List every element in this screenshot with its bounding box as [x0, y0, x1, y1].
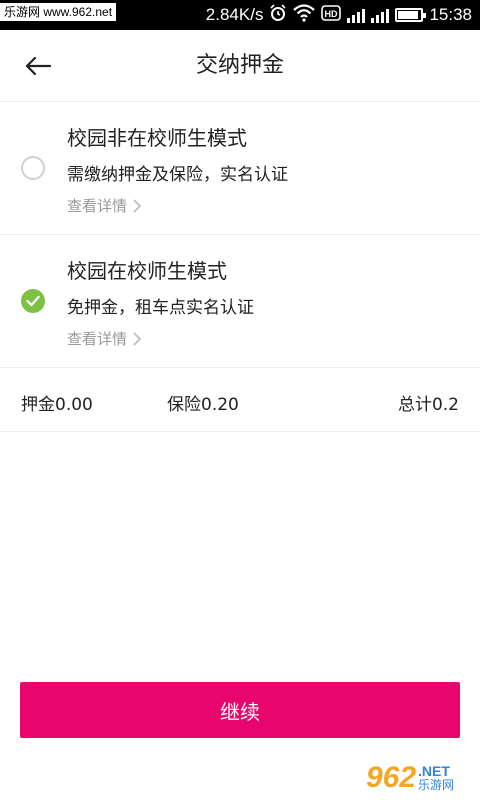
- option-description: 免押金，租车点实名认证: [67, 298, 254, 318]
- view-details-label: 查看详情: [67, 197, 128, 215]
- page-title: 交纳押金: [195, 53, 284, 78]
- insurance-amount: 保险0.20: [167, 395, 239, 415]
- app-header: 交纳押金: [0, 30, 480, 102]
- radio-unchecked[interactable]: [21, 156, 45, 180]
- status-icons: 2.84K/s HD 15:38: [206, 0, 472, 30]
- option-campus-mode[interactable]: 校园在校师生模式 免押金，租车点实名认证 查看详情: [0, 235, 480, 368]
- watermark-text: .NET 乐游网: [418, 764, 454, 792]
- watermark-top: 乐游网 www.962.net: [0, 3, 117, 21]
- battery-icon: [395, 8, 427, 22]
- signal-icon: [347, 7, 366, 23]
- alarm-icon: [269, 3, 287, 27]
- option-description: 需缴纳押金及保险，实名认证: [67, 165, 288, 185]
- chevron-right-icon: [133, 331, 142, 346]
- wifi-icon: [293, 3, 316, 27]
- network-speed: 2.84K/s: [205, 5, 264, 24]
- view-details-label: 查看详情: [67, 330, 128, 348]
- chevron-right-icon: [133, 198, 142, 213]
- fee-summary: 押金0.00 保险0.20 总计0.2: [0, 368, 480, 432]
- option-title: 校园非在校师生模式: [67, 126, 247, 150]
- radio-checked[interactable]: [21, 289, 45, 313]
- view-details-link[interactable]: 查看详情: [67, 195, 142, 216]
- deposit-amount: 押金0.00: [21, 395, 93, 415]
- clock: 15:38: [429, 5, 472, 24]
- watermark-net: .NET: [418, 763, 450, 779]
- back-button[interactable]: [18, 48, 58, 84]
- arrow-left-icon: [25, 56, 52, 76]
- option-non-campus-mode[interactable]: 校园非在校师生模式 需缴纳押金及保险，实名认证 查看详情: [0, 102, 480, 235]
- continue-button[interactable]: 继续: [20, 682, 460, 738]
- hd-icon: HD: [321, 4, 342, 26]
- svg-text:HD: HD: [325, 9, 338, 19]
- signal-icon-2: [371, 7, 390, 23]
- total-amount: 总计0.2: [397, 395, 459, 415]
- option-title: 校园在校师生模式: [67, 259, 227, 283]
- check-icon: [26, 295, 40, 307]
- watermark-number: 962: [365, 761, 417, 794]
- watermark-cn: 乐游网: [418, 778, 455, 792]
- watermark-logo: 962 .NET 乐游网: [342, 758, 478, 798]
- view-details-link[interactable]: 查看详情: [67, 328, 142, 349]
- status-bar: 乐游网 www.962.net 2.84K/s HD 15:38: [0, 0, 480, 30]
